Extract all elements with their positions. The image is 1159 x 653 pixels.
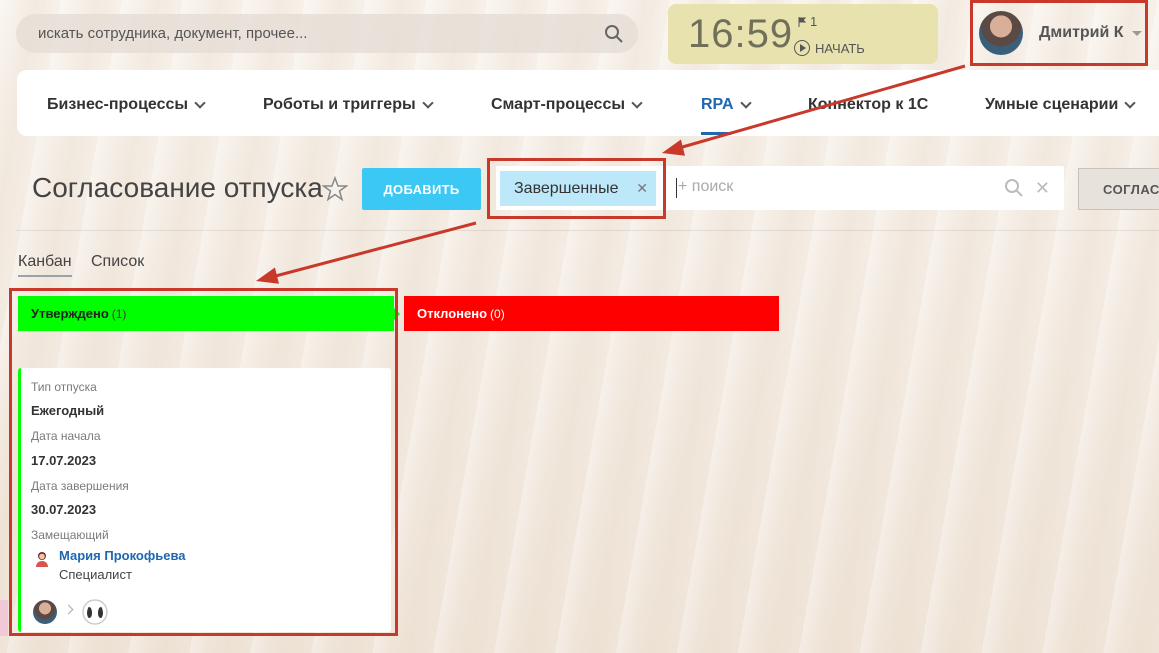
approval-button-label: СОГЛАСОВАНИЕ [1103,181,1159,197]
flag-count: 1 [810,14,818,29]
chevron-down-icon [631,97,643,109]
nav-label: Коннектор к 1С [808,96,929,113]
annotation-arrow-head [661,139,685,156]
start-label: НАЧАТЬ [815,40,865,56]
star-icon[interactable] [322,176,348,202]
tab-list[interactable]: Список [91,253,144,271]
user-name: Дмитрий К [1039,24,1124,41]
filter-search-input[interactable] [678,178,978,196]
close-icon[interactable]: ✕ [636,180,648,197]
text-cursor [676,178,677,198]
flag-counter: 1 [798,14,817,29]
avatar [979,11,1023,55]
user-menu[interactable]: Дмитрий К [970,0,1148,66]
annotation-arrow-line [267,221,477,280]
column-count: (0) [490,306,505,321]
annotation-frame [9,288,398,636]
nav-item-smart-scenarios[interactable]: Умные сценарии [985,96,1136,114]
nav-label: Умные сценарии [985,96,1119,113]
search-icon[interactable] [1004,178,1024,198]
time-tracker-widget[interactable]: 16:59 1 НАЧАТЬ [668,4,938,64]
active-tab-indicator [701,132,731,135]
nav-item-1c-connector[interactable]: Коннектор к 1С [808,96,928,114]
chevron-down-icon [739,97,752,109]
nav-item-smart-processes[interactable]: Смарт-процессы [491,96,643,114]
tab-kanban[interactable]: Канбан [18,253,72,277]
nav-label: Бизнес-процессы [47,96,189,113]
clock-time: 16:59 [688,12,794,56]
nav-item-robots-triggers[interactable]: Роботы и триггеры [263,96,434,114]
nav-item-rpa[interactable]: RPA [701,96,752,114]
side-marker [0,600,8,636]
play-icon [794,40,810,56]
nav-item-business-processes[interactable]: Бизнес-процессы [47,96,206,114]
annotation-arrow-head [255,267,279,284]
nav-label: Смарт-процессы [491,96,625,113]
global-search[interactable] [16,14,638,53]
chevron-down-icon [194,97,206,109]
close-icon[interactable]: ✕ [1035,179,1050,197]
nav-label: Роботы и триггеры [263,96,416,113]
flag-icon [798,16,806,27]
add-button[interactable]: ДОБАВИТЬ [362,168,481,210]
filter-chip-label: Завершенные [514,179,619,197]
start-workday-button[interactable]: НАЧАТЬ [794,40,865,56]
divider [16,230,1159,231]
search-icon[interactable] [604,24,624,44]
chevron-down-icon [421,97,434,109]
column-rejected[interactable]: Отклонено (0) [404,296,779,331]
approval-button[interactable]: СОГЛАСОВАНИЕ [1078,168,1159,210]
top-nav: Бизнес-процессы Роботы и триггеры Смарт-… [17,70,1159,136]
chevron-down-icon [1124,97,1136,109]
page-title: Согласование отпуска [32,172,323,203]
search-input[interactable] [38,25,578,42]
filter-chip[interactable]: Завершенные ✕ [500,171,656,206]
column-title: Отклонено [417,306,488,321]
nav-label: RPA [701,96,734,113]
chevron-down-icon [1131,30,1142,36]
